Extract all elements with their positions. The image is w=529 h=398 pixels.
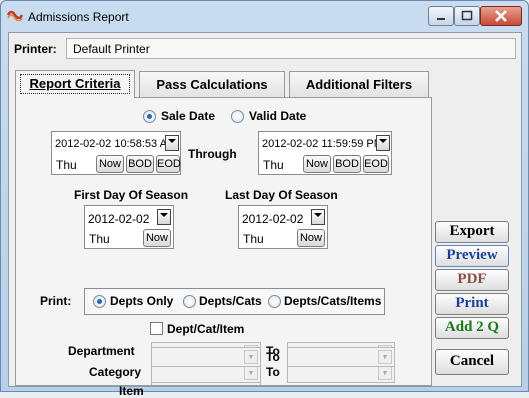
- cancel-button[interactable]: Cancel: [435, 349, 509, 375]
- export-button[interactable]: Export: [435, 221, 509, 243]
- from-bod-button[interactable]: BOD: [126, 155, 154, 173]
- from-eod-button[interactable]: EOD: [156, 155, 181, 173]
- chevron-down-icon: ▼: [244, 350, 258, 364]
- through-now-button[interactable]: Now: [303, 155, 331, 173]
- valid-date-label: Valid Date: [249, 109, 307, 123]
- sale-date-label: Sale Date: [161, 109, 216, 123]
- last-day-season-day: Thu: [243, 232, 264, 246]
- chevron-down-icon: [160, 213, 168, 217]
- from-date-box: 2012-02-02 10:58:53 AM Thu Now BOD EOD: [51, 131, 181, 175]
- print-options-group: Depts Only Depts/Cats Depts/Cats/Items: [84, 288, 385, 315]
- title-bar[interactable]: Admissions Report: [1, 1, 528, 31]
- last-day-season-box: 2012-02-02 Thu Now: [238, 205, 328, 249]
- last-day-season-field[interactable]: 2012-02-02: [242, 209, 312, 228]
- window-client-area: Printer: Default Printer Report Criteria…: [8, 32, 522, 398]
- report-criteria-panel: Sale Date Valid Date 2012-02-02 10:58:53…: [15, 97, 432, 398]
- valid-date-radio[interactable]: [231, 110, 244, 123]
- close-button[interactable]: [480, 6, 522, 26]
- printer-label: Printer:: [14, 42, 57, 56]
- through-date-field[interactable]: 2012-02-02 11:59:59 PM: [262, 135, 387, 154]
- depts-cats-items-label: Depts/Cats/Items: [284, 294, 382, 308]
- last-day-season-dropdown[interactable]: [311, 209, 325, 225]
- first-day-season-field[interactable]: 2012-02-02: [88, 209, 158, 228]
- tab-additional-filters[interactable]: Additional Filters: [289, 71, 429, 97]
- chevron-down-icon: ▼: [378, 350, 392, 364]
- first-day-season-dropdown[interactable]: [157, 209, 171, 225]
- tab-pass-calculations[interactable]: Pass Calculations: [139, 71, 285, 97]
- app-icon: [7, 10, 23, 21]
- chevron-down-icon: ▼: [378, 366, 392, 380]
- first-day-season-label: First Day Of Season: [74, 188, 189, 202]
- chevron-down-icon: [314, 213, 322, 217]
- depts-cats-label: Depts/Cats: [199, 294, 262, 308]
- first-day-season-box: 2012-02-02 Thu Now: [84, 205, 174, 249]
- last-day-season-now-button[interactable]: Now: [297, 229, 325, 247]
- first-day-season-day: Thu: [89, 232, 110, 246]
- admissions-report-window: Admissions Report Printer: Default Print…: [0, 0, 529, 398]
- depts-cats-radio[interactable]: [183, 295, 196, 308]
- depts-only-radio[interactable]: [93, 295, 106, 308]
- first-day-season-now-button[interactable]: Now: [143, 229, 171, 247]
- depts-cats-items-radio[interactable]: [268, 295, 281, 308]
- item-to-label: To: [266, 350, 280, 364]
- pdf-button[interactable]: PDF: [435, 269, 509, 291]
- chevron-down-icon: [168, 139, 176, 143]
- tab-label: Additional Filters: [305, 77, 413, 92]
- through-label: Through: [188, 147, 237, 161]
- maximize-button[interactable]: [454, 6, 480, 26]
- depts-only-label: Depts Only: [110, 294, 174, 308]
- item-label: Item: [119, 384, 144, 398]
- chevron-down-icon: ▼: [244, 366, 258, 380]
- minimize-icon: [437, 18, 445, 20]
- print-label: Print:: [40, 294, 72, 308]
- item-from-combo[interactable]: [151, 382, 261, 385]
- item-to-combo[interactable]: ▼: [287, 347, 395, 367]
- add-2-q-button[interactable]: Add 2 Q: [435, 317, 509, 339]
- category-label: Category: [89, 365, 142, 379]
- sale-date-radio[interactable]: [143, 110, 156, 123]
- through-eod-button[interactable]: EOD: [363, 155, 389, 173]
- minimize-button[interactable]: [428, 6, 454, 26]
- from-date-field[interactable]: 2012-02-02 10:58:53 AM: [55, 135, 180, 154]
- printer-field[interactable]: Default Printer: [66, 38, 516, 59]
- tab-label: Pass Calculations: [156, 77, 268, 92]
- close-icon: [495, 10, 507, 22]
- from-date-dropdown[interactable]: [165, 135, 179, 151]
- tab-focus-outline: [20, 74, 130, 94]
- through-date-box: 2012-02-02 11:59:59 PM Thu Now BOD EOD: [258, 131, 392, 175]
- item-from-combo-field[interactable]: ▼: [151, 347, 261, 367]
- from-now-button[interactable]: Now: [96, 155, 124, 173]
- through-bod-button[interactable]: BOD: [333, 155, 361, 173]
- dept-cat-item-checkbox[interactable]: [150, 322, 163, 335]
- preview-button[interactable]: Preview: [435, 245, 509, 267]
- printer-bar: Printer: Default Printer: [10, 35, 520, 61]
- chevron-down-icon: [379, 139, 387, 143]
- department-label: Department: [68, 344, 135, 358]
- dept-cat-item-label: Dept/Cat/Item: [167, 322, 245, 336]
- through-date-dropdown[interactable]: [376, 135, 390, 151]
- through-day-label: Thu: [263, 158, 284, 172]
- maximize-icon: [461, 10, 473, 21]
- from-day-label: Thu: [56, 158, 77, 172]
- window-title: Admissions Report: [28, 10, 129, 24]
- print-button[interactable]: Print: [435, 293, 509, 315]
- tab-report-criteria[interactable]: Report Criteria: [15, 70, 135, 98]
- category-to-label: To: [266, 365, 280, 379]
- last-day-season-label: Last Day Of Season: [225, 188, 338, 202]
